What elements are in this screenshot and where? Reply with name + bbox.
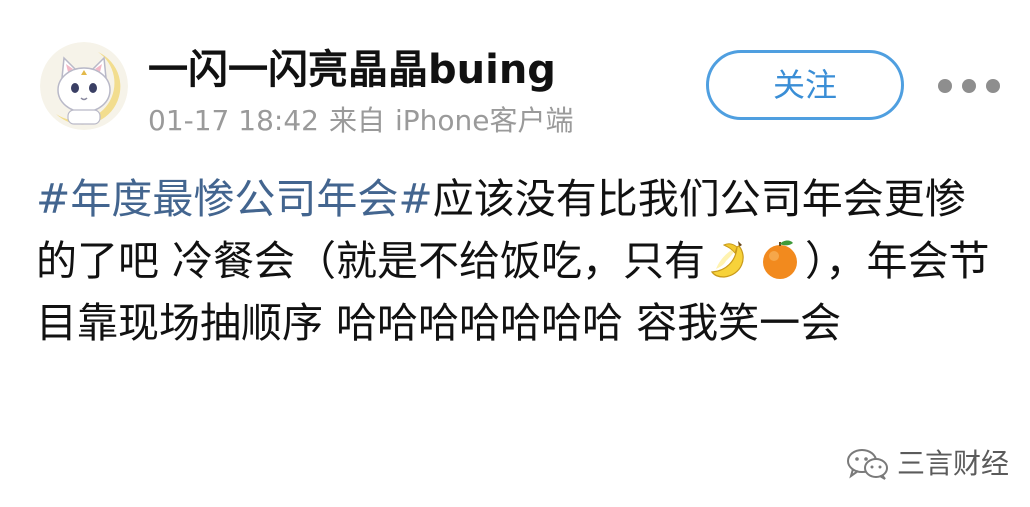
post-source: iPhone客户端 (394, 104, 574, 137)
post-meta: 01-17 18:42 来自 iPhone客户端 (148, 101, 583, 141)
watermark-text: 三言财经 (897, 447, 1010, 480)
post-header: 一闪一闪亮晶晶buing 01-17 18:42 来自 iPhone客户端 关注 (0, 0, 1030, 150)
ellipsis-icon (986, 79, 1000, 93)
banana-icon (708, 236, 752, 280)
avatar[interactable] (40, 42, 128, 130)
post-text: #年度最惨公司年会#应该没有比我们公司年会更惨的了吧 冷餐会（就是不给饭吃，只有… (36, 168, 991, 354)
cat-with-crescent-moon-icon (40, 42, 128, 130)
more-button[interactable] (936, 72, 1002, 100)
tangerine-icon (758, 236, 802, 280)
ellipsis-icon (962, 79, 976, 93)
wechat-icon (847, 449, 888, 480)
post-source-prefix: 来自 (328, 104, 385, 137)
ellipsis-icon (938, 79, 952, 93)
post-time: 01-17 18:42 (148, 104, 319, 137)
hashtag-link[interactable]: #年度最惨公司年会# (36, 175, 433, 223)
username[interactable]: 一闪一闪亮晶晶buing (148, 44, 556, 96)
follow-button[interactable]: 关注 (706, 50, 904, 120)
